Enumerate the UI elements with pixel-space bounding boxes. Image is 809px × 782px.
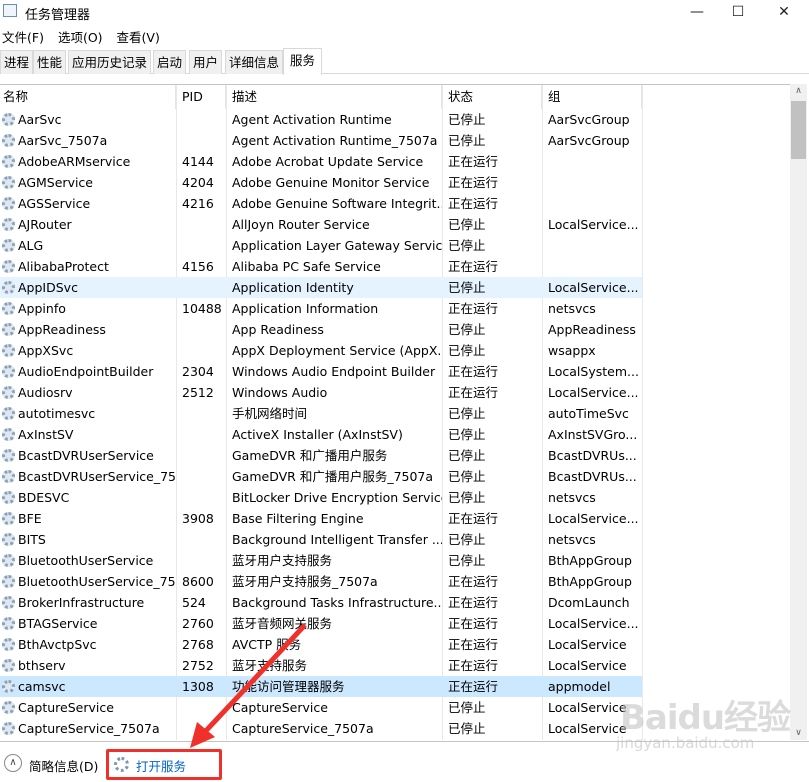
annotation-arrow xyxy=(190,623,307,748)
tab-services[interactable]: 服务 xyxy=(283,48,323,75)
